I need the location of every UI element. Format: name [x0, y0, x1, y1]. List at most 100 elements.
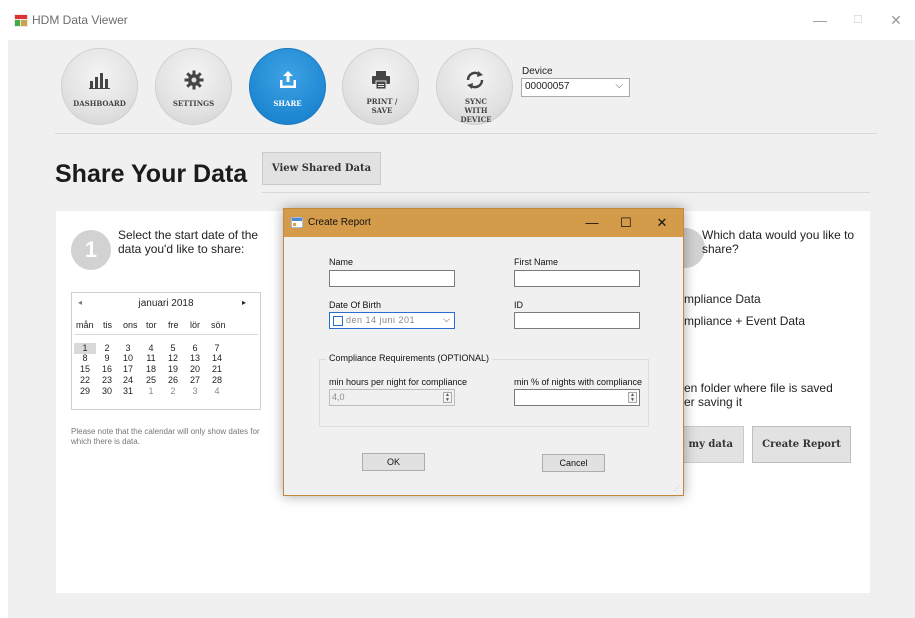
dob-value: den 14 juni 201	[346, 315, 416, 325]
step-2-text: Which data would you like to share?	[702, 228, 855, 256]
calendar-day[interactable]: 26	[162, 375, 184, 386]
app-logo-icon	[14, 14, 28, 27]
calendar-day[interactable]: 14	[206, 353, 228, 364]
dob-checkbox[interactable]	[333, 316, 343, 326]
calendar-weekday: mån	[76, 320, 94, 330]
device-select[interactable]: 00000057 ⌵	[521, 78, 630, 97]
month-calendar[interactable]: ◂ januari 2018 ▸ mån tis ons tor fre lör…	[71, 292, 261, 410]
calendar-day[interactable]: 23	[96, 375, 118, 386]
calendar-day[interactable]: 20	[184, 364, 206, 375]
date-of-birth-picker[interactable]: den 14 juni 201 ⌵	[329, 312, 455, 329]
calendar-day[interactable]: 13	[184, 353, 206, 364]
calendar-weekday: fre	[168, 320, 179, 330]
dialog-title: Create Report	[308, 217, 371, 228]
chevron-down-icon[interactable]: ⌵	[443, 314, 450, 325]
id-input[interactable]	[514, 312, 640, 329]
calendar-day[interactable]: 25	[140, 375, 162, 386]
calendar-day[interactable]: 15	[74, 364, 96, 375]
app-window: HDM Data Viewer — ☐ ✕ DASHBOARD SETTINGS…	[0, 0, 915, 618]
calendar-weekday: sön	[211, 320, 226, 330]
min-pct-stepper[interactable]: ▲ ▼	[514, 389, 640, 406]
calendar-weekday: tis	[103, 320, 112, 330]
nav-print-save-label: PRINT / SAVE	[366, 97, 398, 115]
nav-settings-label: SETTINGS	[172, 99, 215, 108]
min-hours-label: min hours per night for compliance	[329, 377, 468, 387]
calendar-day[interactable]: 2	[162, 386, 184, 397]
share-icon	[250, 67, 325, 93]
device-label: Device	[522, 66, 553, 77]
date-of-birth-label: Date Of Birth	[329, 300, 382, 310]
printer-icon	[343, 67, 418, 93]
spinner-arrows-icon[interactable]: ▲ ▼	[443, 392, 452, 403]
nav-sync-label: SYNC WITH DEVICE	[460, 97, 492, 124]
nav-print-save-button[interactable]: PRINT / SAVE	[342, 48, 419, 125]
nav-dashboard-label: DASHBOARD	[73, 99, 126, 108]
calendar-day[interactable]: 3	[184, 386, 206, 397]
create-report-button[interactable]: Create Report	[752, 426, 851, 463]
minimize-button[interactable]: —	[805, 8, 835, 32]
ok-button[interactable]: OK	[362, 453, 425, 471]
title-bar: HDM Data Viewer — ☐ ✕	[0, 0, 915, 40]
calendar-day[interactable]: 28	[206, 375, 228, 386]
option-compliance-data[interactable]: mpliance Data	[684, 292, 761, 306]
first-name-input[interactable]	[514, 270, 640, 287]
step-1-badge: 1	[71, 230, 111, 270]
spinner-arrows-icon[interactable]: ▲ ▼	[628, 392, 637, 403]
calendar-note: Please note that the calendar will only …	[71, 427, 260, 446]
calendar-day[interactable]: 18	[140, 364, 162, 375]
chevron-down-icon: ⌵	[615, 80, 623, 91]
calendar-day[interactable]: 22	[74, 375, 96, 386]
gear-icon	[156, 67, 231, 93]
view-shared-data-button[interactable]: View Shared Data	[262, 152, 381, 185]
calendar-weekday: ons	[123, 320, 138, 330]
bar-chart-icon	[62, 67, 137, 93]
nav-dashboard-button[interactable]: DASHBOARD	[61, 48, 138, 125]
divider	[55, 133, 877, 134]
calendar-day[interactable]: 16	[96, 364, 118, 375]
calendar-day[interactable]: 17	[117, 364, 139, 375]
calendar-day[interactable]: 1	[140, 386, 162, 397]
dialog-title-bar: Create Report — ☐ ✕	[284, 209, 683, 237]
open-folder-option[interactable]: en folder where file is saved	[684, 381, 833, 395]
calendar-day[interactable]: 11	[140, 353, 162, 364]
calendar-month-title: januari 2018	[138, 298, 194, 309]
open-folder-option-cont: er saving it	[684, 395, 743, 409]
option-compliance-event-data[interactable]: mpliance + Event Data	[684, 314, 805, 328]
calendar-day[interactable]: 31	[117, 386, 139, 397]
id-label: ID	[514, 300, 523, 310]
resize-grip-icon[interactable]: ⋰	[674, 485, 680, 492]
maximize-button[interactable]: ☐	[843, 8, 873, 32]
nav-sync-button[interactable]: SYNC WITH DEVICE	[436, 48, 513, 125]
calendar-day[interactable]: 19	[162, 364, 184, 375]
dialog-minimize-button[interactable]: —	[580, 214, 604, 232]
calendar-weekday: lör	[190, 320, 201, 330]
calendar-day[interactable]: 12	[162, 353, 184, 364]
calendar-day[interactable]: 24	[117, 375, 139, 386]
dialog-maximize-button[interactable]: ☐	[614, 214, 638, 232]
dialog-close-button[interactable]: ✕	[650, 214, 674, 232]
name-input[interactable]	[329, 270, 455, 287]
divider	[262, 192, 870, 193]
step-1-text: Select the start date of the data you'd …	[118, 228, 259, 256]
calendar-day[interactable]: 4	[206, 386, 228, 397]
close-button[interactable]: ✕	[881, 8, 911, 32]
page-title: Share Your Data	[55, 160, 248, 188]
calendar-day[interactable]: 21	[206, 364, 228, 375]
min-pct-label: min % of nights with compliance	[514, 377, 643, 387]
calendar-day[interactable]: 10	[117, 353, 139, 364]
calendar-next-icon[interactable]: ▸	[242, 298, 246, 307]
nav-settings-button[interactable]: SETTINGS	[155, 48, 232, 125]
calendar-weekday: tor	[146, 320, 157, 330]
dialog-window-icon	[291, 217, 303, 228]
calendar-day[interactable]: 30	[96, 386, 118, 397]
window-title: HDM Data Viewer	[32, 13, 128, 27]
nav-share-button[interactable]: SHARE	[249, 48, 326, 125]
cancel-button[interactable]: Cancel	[542, 454, 605, 472]
calendar-day[interactable]: 9	[96, 353, 118, 364]
min-hours-stepper[interactable]: 4,0 ▲ ▼	[329, 389, 455, 406]
calendar-day[interactable]: 29	[74, 386, 96, 397]
calendar-day[interactable]: 8	[74, 353, 96, 364]
create-report-dialog: Create Report — ☐ ✕ Name First Name Date…	[283, 208, 684, 496]
first-name-label: First Name	[514, 257, 559, 267]
calendar-day[interactable]: 27	[184, 375, 206, 386]
